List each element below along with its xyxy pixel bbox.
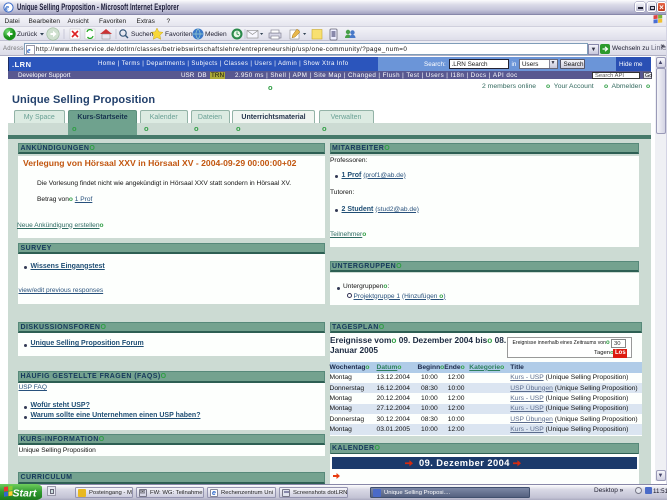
svg-text:Start: Start bbox=[13, 488, 37, 500]
svg-text:e: e bbox=[27, 46, 31, 55]
svg-text:e: e bbox=[5, 2, 9, 12]
